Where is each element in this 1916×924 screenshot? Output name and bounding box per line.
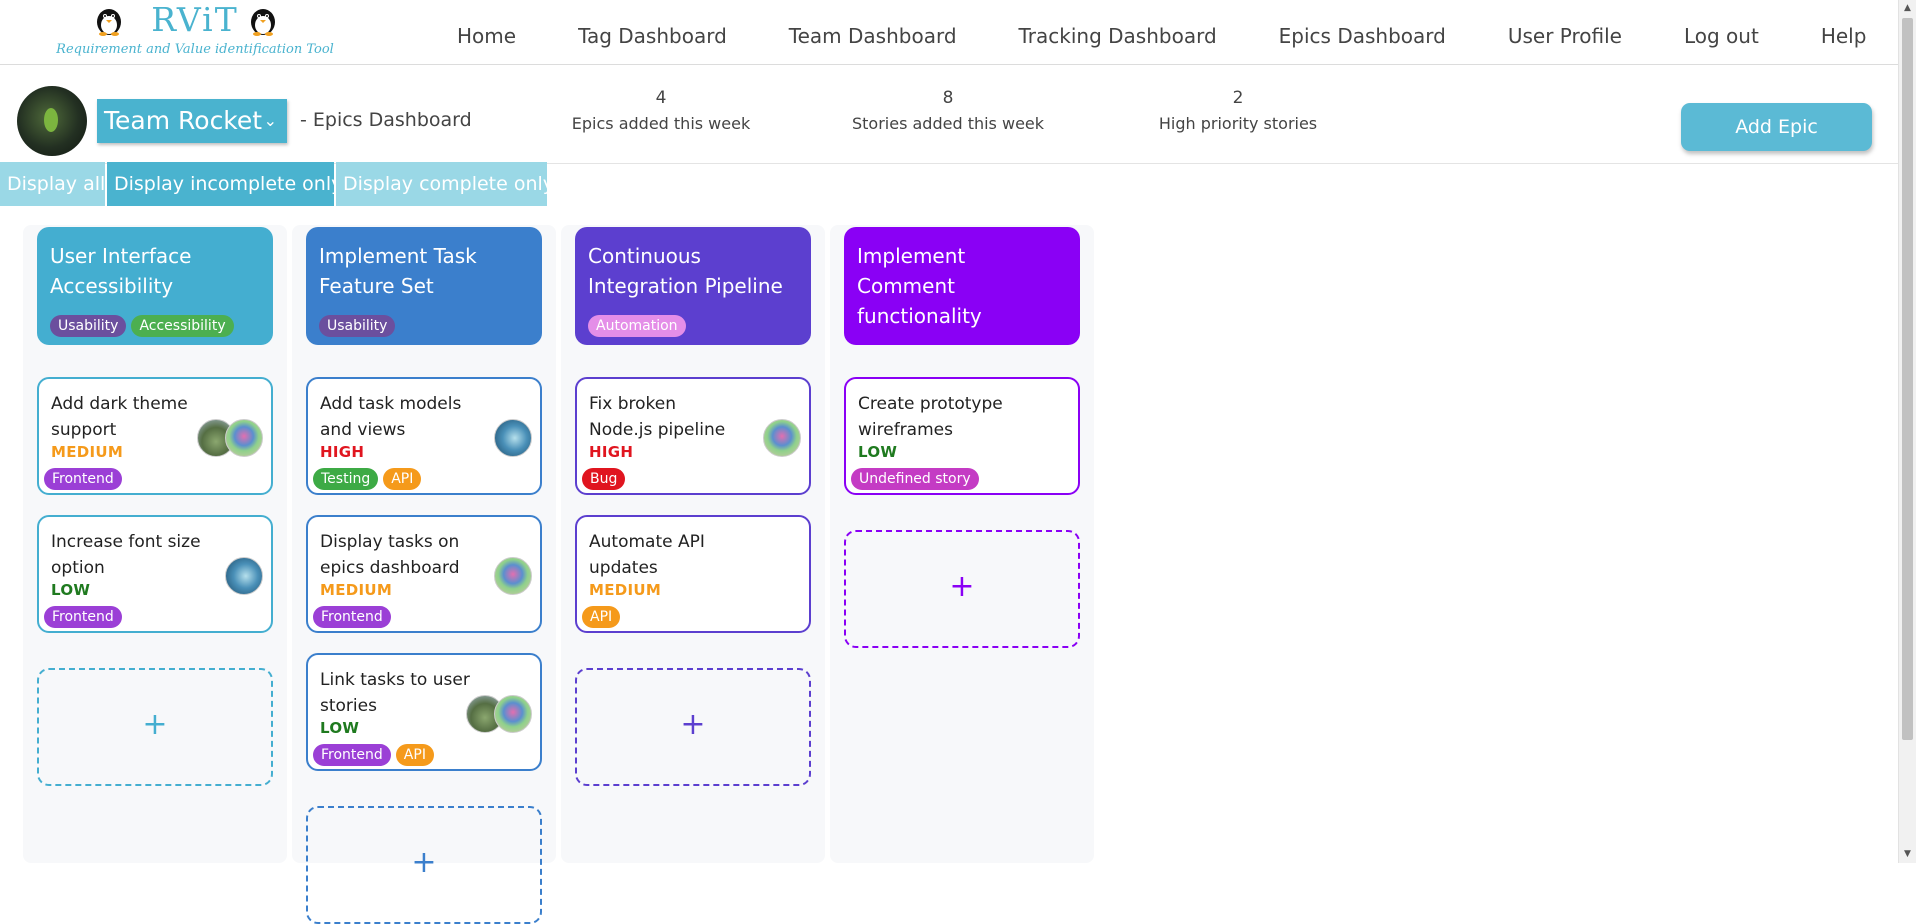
nav-tag-dashboard[interactable]: Tag Dashboard <box>578 24 727 48</box>
story-title: Increase font size option <box>51 532 201 578</box>
epic-header[interactable]: Implement Task Feature Set Usability <box>306 227 542 345</box>
tag-api[interactable]: API <box>383 468 422 490</box>
epic-header[interactable]: Implement Comment functionality <box>844 227 1080 345</box>
tag-frontend[interactable]: Frontend <box>313 606 391 628</box>
penguin-icon <box>251 9 275 36</box>
filter-bar: Display all Display incomplete only Disp… <box>0 162 554 206</box>
tag-api[interactable]: API <box>395 744 434 766</box>
filter-display-complete[interactable]: Display complete only <box>336 162 554 206</box>
chevron-down-icon: ⌄ <box>263 111 277 130</box>
tag-testing[interactable]: Testing <box>313 468 379 490</box>
tag-automation[interactable]: Automation <box>588 315 686 337</box>
epic-column: Continuous Integration Pipeline Automati… <box>561 225 825 863</box>
nav-home[interactable]: Home <box>457 24 516 48</box>
story-card[interactable]: Link tasks to user stories LOW Frontend … <box>306 653 542 771</box>
story-title: Automate API updates <box>589 532 705 578</box>
epic-title: Implement Task Feature Set <box>319 244 477 298</box>
epic-header[interactable]: Continuous Integration Pipeline Automati… <box>575 227 811 345</box>
tag-usability[interactable]: Usability <box>319 315 396 337</box>
tag-undefined-story[interactable]: Undefined story <box>851 468 979 490</box>
nav-epics-dashboard[interactable]: Epics Dashboard <box>1279 24 1446 48</box>
logo-title: RViT <box>151 0 239 39</box>
team-select-value: Team Rocket <box>104 106 263 135</box>
filter-display-incomplete[interactable]: Display incomplete only <box>107 162 342 206</box>
add-story-button[interactable]: + <box>306 806 542 924</box>
epic-header[interactable]: User Interface Accessibility Usability A… <box>37 227 273 345</box>
epic-title: Continuous Integration Pipeline <box>588 244 783 298</box>
scrollbar-thumb[interactable] <box>1902 18 1913 740</box>
stat-value: 8 <box>942 88 954 108</box>
epic-column: Implement Task Feature Set Usability Add… <box>292 225 556 924</box>
epic-title: User Interface Accessibility <box>50 244 192 298</box>
add-epic-button[interactable]: Add Epic <box>1681 103 1872 151</box>
stat-label: Stories added this week <box>851 114 1045 133</box>
avatar <box>494 557 532 595</box>
story-priority: LOW <box>858 443 898 461</box>
story-title: Display tasks on epics dashboard <box>320 532 460 578</box>
story-card[interactable]: Automate API updates MEDIUM API <box>575 515 811 633</box>
nav-tracking-dashboard[interactable]: Tracking Dashboard <box>1019 24 1217 48</box>
logo-subtitle: Requirement and Value identification Too… <box>56 42 334 57</box>
stat-value: 2 <box>1232 88 1244 108</box>
story-title: Link tasks to user stories <box>320 670 470 716</box>
page-title: - Epics Dashboard <box>300 109 472 131</box>
tag-frontend[interactable]: Frontend <box>44 468 122 490</box>
stat-stories-added: 8 Stories added this week <box>848 88 1048 133</box>
avatar <box>494 695 532 733</box>
story-card[interactable]: Fix broken Node.js pipeline HIGH Bug <box>575 377 811 495</box>
epic-title: Implement Comment functionality <box>857 244 982 328</box>
story-card[interactable]: Add dark theme support MEDIUM Frontend <box>37 377 273 495</box>
top-navbar: RViT Requirement and Value identificatio… <box>0 0 1898 65</box>
tag-bug[interactable]: Bug <box>582 468 626 490</box>
stat-epics-added: 4 Epics added this week <box>567 88 755 133</box>
tag-usability[interactable]: Usability <box>50 315 127 337</box>
avatar <box>225 557 263 595</box>
epic-column: Implement Comment functionality Create p… <box>830 225 1094 863</box>
story-card[interactable]: Add task models and views HIGH Testing A… <box>306 377 542 495</box>
stat-high-priority: 2 High priority stories <box>1148 88 1328 133</box>
stat-label: High priority stories <box>1158 114 1318 133</box>
avatar <box>494 419 532 457</box>
nav-log-out[interactable]: Log out <box>1684 24 1759 48</box>
app-logo[interactable]: RViT Requirement and Value identificatio… <box>10 2 380 62</box>
nav-user-profile[interactable]: User Profile <box>1508 24 1622 48</box>
story-title: Add dark theme support <box>51 394 188 440</box>
story-card[interactable]: Increase font size option LOW Frontend <box>37 515 273 633</box>
avatar <box>225 419 263 457</box>
tag-api[interactable]: API <box>582 606 621 628</box>
nav-help[interactable]: Help <box>1821 24 1867 48</box>
story-priority: MEDIUM <box>589 581 662 599</box>
add-story-button[interactable]: + <box>575 668 811 786</box>
story-card[interactable]: Display tasks on epics dashboard MEDIUM … <box>306 515 542 633</box>
story-card[interactable]: Create prototype wireframes LOW Undefine… <box>844 377 1080 495</box>
page-scrollbar[interactable]: ▲ ▼ <box>1898 0 1916 863</box>
tag-frontend[interactable]: Frontend <box>44 606 122 628</box>
add-story-button[interactable]: + <box>844 530 1080 648</box>
tag-accessibility[interactable]: Accessibility <box>131 315 234 337</box>
story-title: Fix broken Node.js pipeline <box>589 394 726 440</box>
filter-display-all[interactable]: Display all <box>0 162 105 206</box>
stat-label: Epics added this week <box>571 114 751 133</box>
nav-links: Home Tag Dashboard Team Dashboard Tracki… <box>457 24 1866 48</box>
scroll-down-arrow-icon[interactable]: ▼ <box>1899 846 1916 863</box>
story-title: Create prototype wireframes <box>858 394 1003 440</box>
team-avatar <box>17 86 87 156</box>
add-story-button[interactable]: + <box>37 668 273 786</box>
story-title: Add task models and views <box>320 394 462 440</box>
scroll-up-arrow-icon[interactable]: ▲ <box>1899 0 1916 17</box>
epic-column: User Interface Accessibility Usability A… <box>23 225 287 863</box>
nav-team-dashboard[interactable]: Team Dashboard <box>789 24 957 48</box>
tag-frontend[interactable]: Frontend <box>313 744 391 766</box>
avatar <box>763 419 801 457</box>
dashboard-header: Team Rocket ⌄ - Epics Dashboard 4 Epics … <box>0 66 1898 164</box>
stat-value: 4 <box>655 88 667 108</box>
team-select[interactable]: Team Rocket ⌄ <box>97 99 287 143</box>
